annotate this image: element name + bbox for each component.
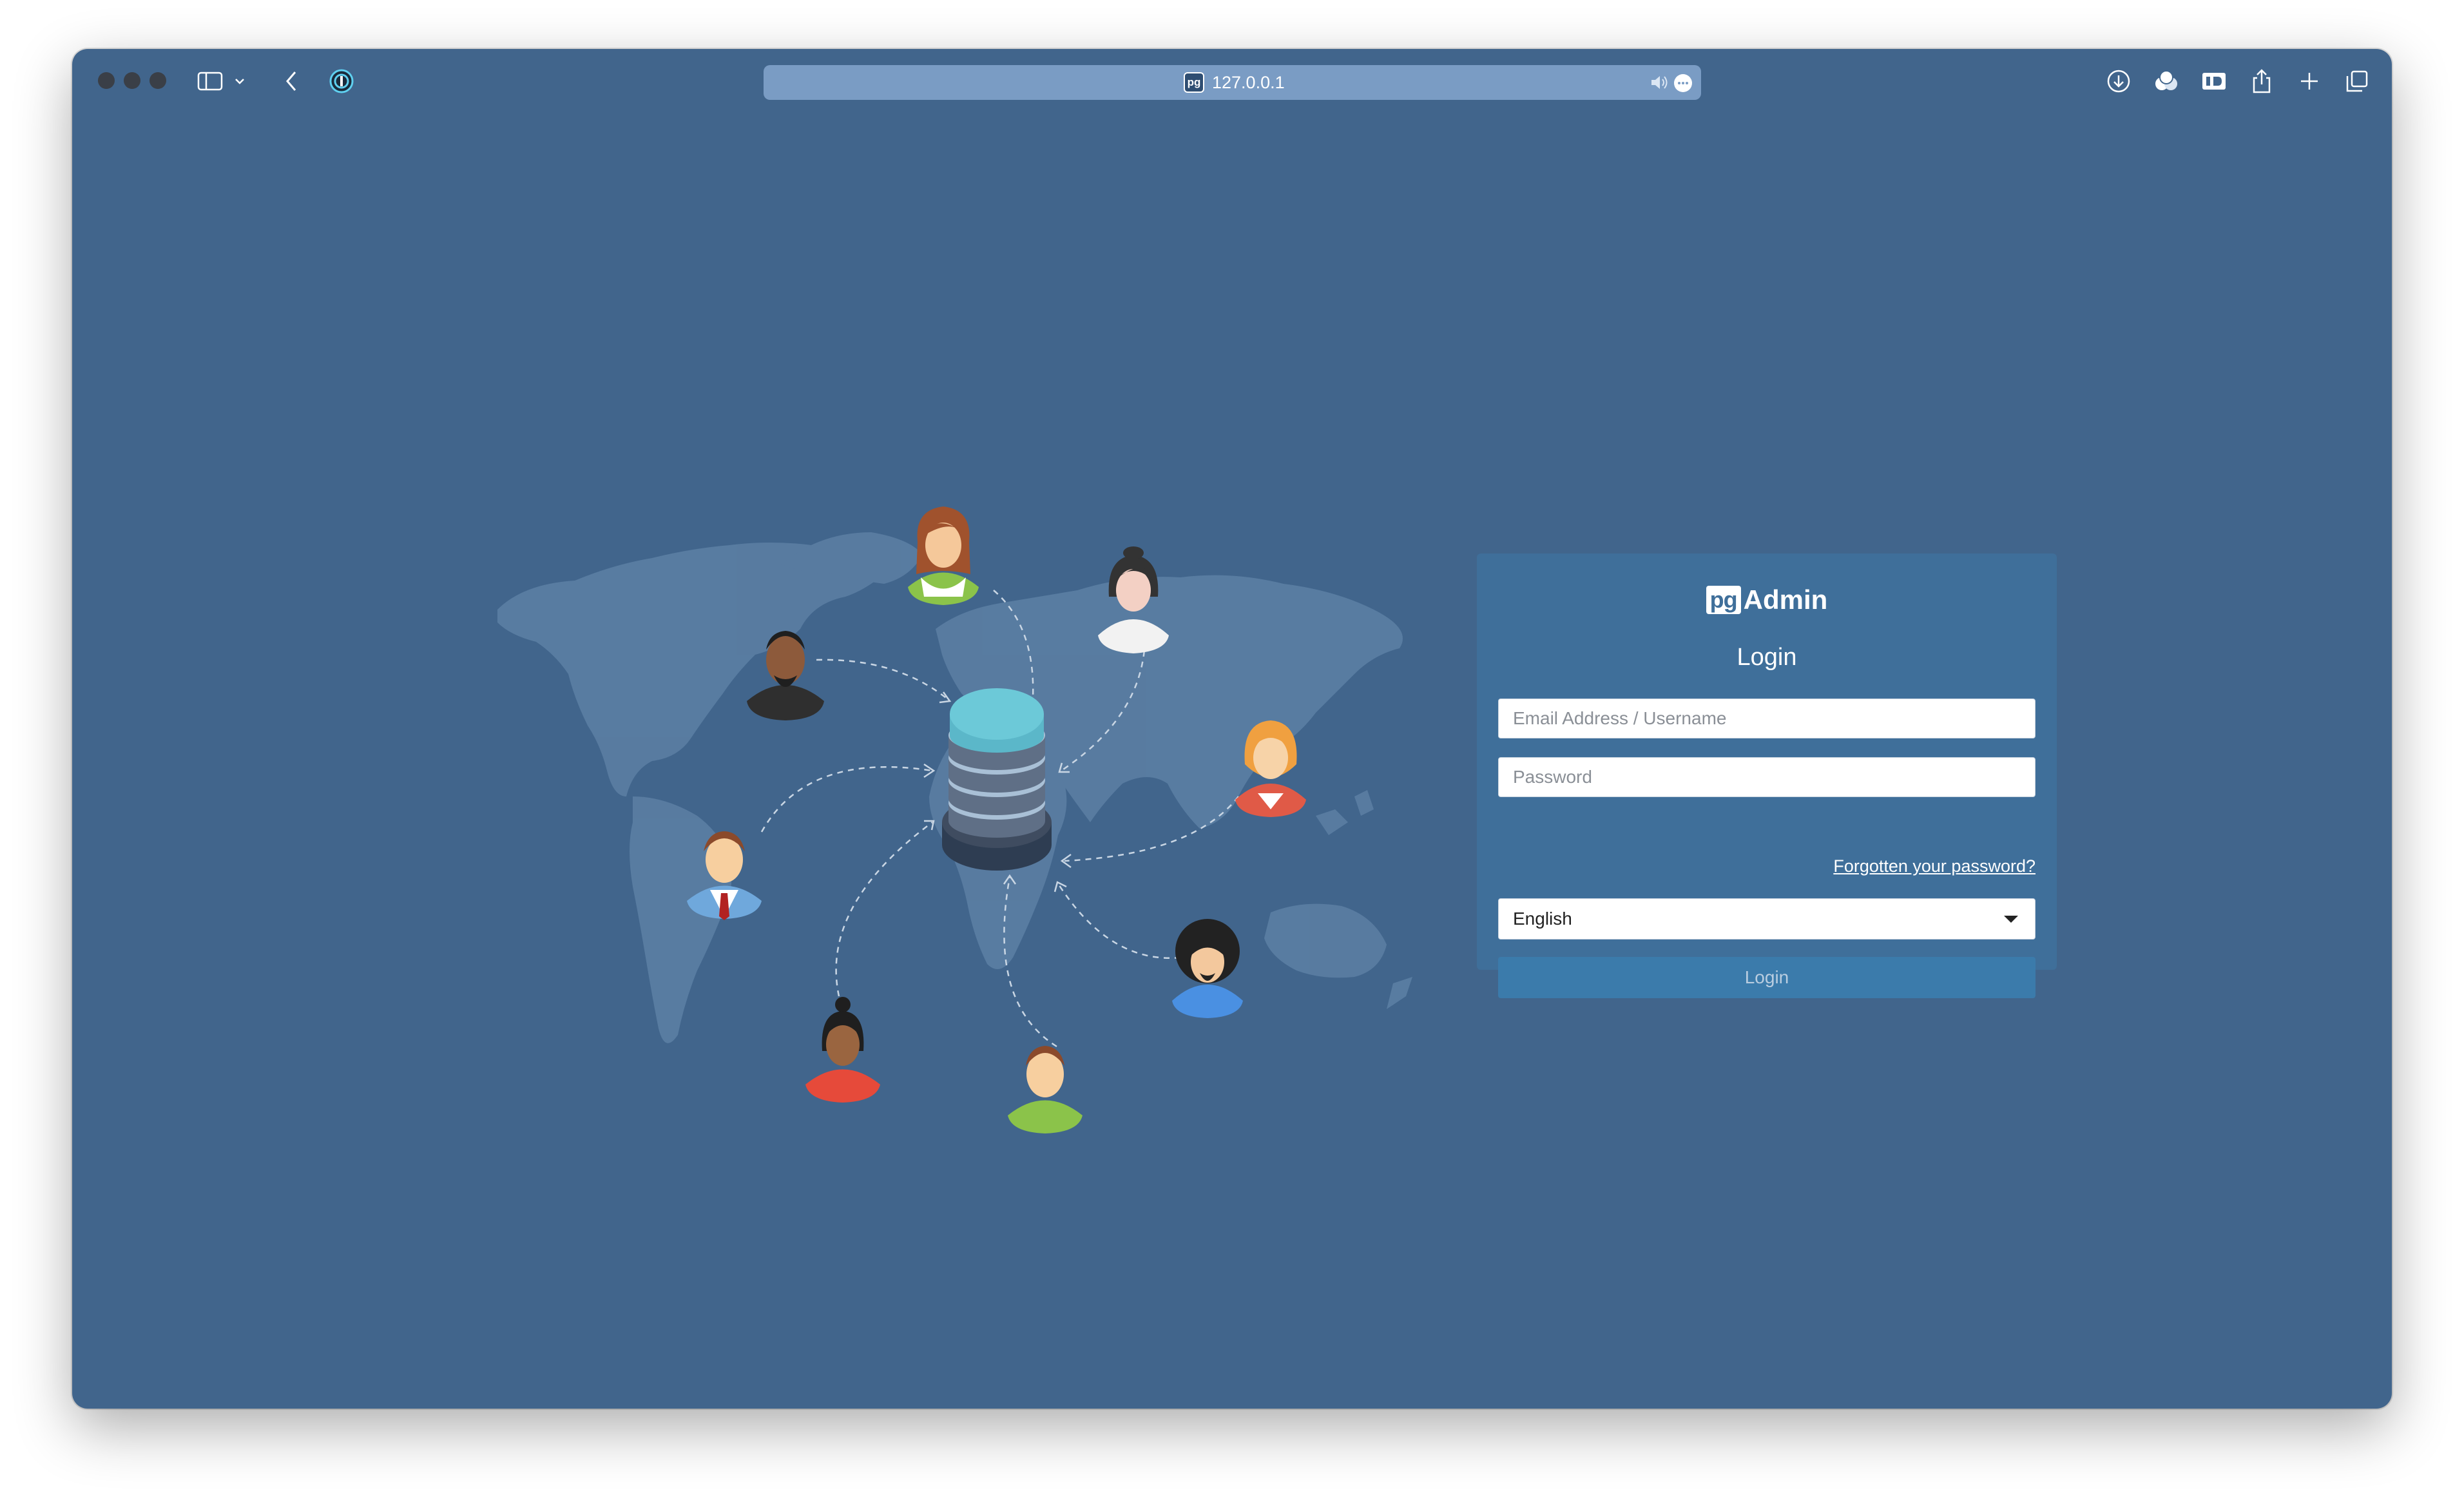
browser-toolbar: pg 127.0.0.1 — [72, 49, 2392, 116]
reader-icon[interactable] — [2199, 66, 2229, 97]
zoom-window-button[interactable] — [149, 72, 166, 89]
extensions-icon[interactable] — [2151, 66, 2182, 97]
share-icon[interactable] — [2246, 66, 2277, 97]
close-window-button[interactable] — [98, 72, 115, 89]
pgadmin-logo-text: Admin — [1743, 584, 1828, 615]
user-avatar — [908, 506, 979, 605]
address-bar[interactable]: pg 127.0.0.1 — [764, 65, 1701, 100]
user-avatar — [805, 997, 880, 1103]
caret-down-icon — [2004, 916, 2018, 923]
chevron-down-icon[interactable] — [232, 66, 247, 97]
login-panel: pg Admin Login Forgotten your password? … — [1477, 554, 2057, 998]
minimize-window-button[interactable] — [124, 72, 140, 89]
new-tab-icon[interactable] — [2294, 66, 2325, 97]
pgadmin-logo-mark: pg — [1706, 586, 1741, 614]
database-icon — [942, 688, 1052, 871]
download-icon[interactable] — [2103, 66, 2134, 97]
speaker-icon[interactable] — [1650, 73, 1669, 95]
browser-window: pg 127.0.0.1 pg Admin Login Email Addres… — [72, 49, 2392, 1409]
url-text: 127.0.0.1 — [1212, 73, 1285, 92]
pgadmin-logo: pg Admin — [1477, 581, 2057, 619]
language-select[interactable]: English — [1498, 898, 2036, 940]
forgot-password-link[interactable]: Forgotten your password? — [1833, 856, 2036, 876]
user-avatar — [1008, 1046, 1083, 1133]
more-icon[interactable] — [1673, 73, 1693, 96]
sidebar-icon[interactable] — [195, 66, 226, 97]
login-title: Login — [1737, 644, 1797, 671]
back-icon[interactable] — [278, 66, 304, 97]
site-favicon: pg — [1184, 72, 1204, 93]
password-manager-icon[interactable] — [326, 66, 357, 97]
email-field[interactable] — [1498, 699, 2036, 738]
world-map-illustration — [497, 506, 1412, 1133]
user-avatar — [1172, 919, 1243, 1018]
language-select-value: English — [1513, 909, 1572, 929]
password-field[interactable] — [1498, 757, 2036, 797]
tabs-overview-icon[interactable] — [2342, 66, 2373, 97]
login-button[interactable]: Login — [1498, 957, 2036, 998]
